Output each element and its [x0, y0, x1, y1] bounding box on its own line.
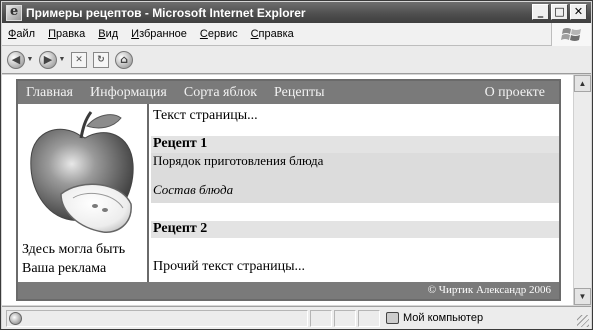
ad-line-1: Здесь могла быть — [22, 242, 126, 257]
browser-window: Примеры рецептов - Microsoft Internet Ex… — [0, 0, 593, 330]
toolbar: ◀ ▼ ▶ ▼ ✕ ↻ ⌂ — [2, 46, 591, 74]
windows-logo-icon — [551, 23, 591, 46]
scroll-down-arrow-icon[interactable]: ▼ — [574, 288, 591, 305]
nav-recipes-link[interactable]: Рецепты — [274, 85, 325, 101]
intro-text: Текст страницы... — [153, 108, 258, 123]
back-icon[interactable]: ◀ — [7, 50, 25, 69]
refresh-icon[interactable]: ↻ — [93, 51, 109, 68]
site-nav: Главная Информация Сорта яблок Рецепты О… — [18, 81, 559, 104]
web-page: Главная Информация Сорта яблок Рецепты О… — [16, 79, 561, 301]
apple-image — [21, 108, 145, 238]
menu-favorites[interactable]: Избранное — [131, 28, 187, 40]
main-content: Текст страницы... Рецепт 1 Порядок приго… — [151, 104, 559, 284]
zone-label: Мой компьютер — [403, 311, 484, 324]
close-button[interactable]: ✕ — [570, 4, 587, 20]
recipe-1-heading: Рецепт 1 — [151, 136, 559, 153]
forward-icon[interactable]: ▶ — [39, 50, 57, 69]
forward-dropdown-icon[interactable]: ▼ — [57, 56, 67, 63]
status-pane-2 — [334, 309, 356, 327]
nav-info-link[interactable]: Информация — [90, 85, 167, 101]
nav-varieties-link[interactable]: Сорта яблок — [184, 85, 257, 101]
page-viewport: Главная Информация Сорта яблок Рецепты О… — [2, 75, 573, 305]
back-dropdown-icon[interactable]: ▼ — [25, 56, 35, 63]
ad-placeholder: Здесь могла быть Ваша реклама — [22, 240, 125, 278]
status-bar: Мой компьютер — [2, 306, 591, 329]
recipe-1-ingredients: Состав блюда — [153, 182, 234, 197]
nav-home-link[interactable]: Главная — [26, 85, 73, 101]
menu-tools[interactable]: Сервис — [200, 28, 238, 40]
scroll-up-arrow-icon[interactable]: ▲ — [574, 75, 591, 92]
recipe-1-text: Порядок приготовления блюда — [153, 153, 324, 168]
ad-line-2: Ваша реклама — [22, 261, 107, 276]
window-title: Примеры рецептов - Microsoft Internet Ex… — [26, 5, 306, 20]
vertical-scrollbar[interactable]: ▲ ▼ — [573, 75, 591, 305]
nav-about-link[interactable]: О проекте — [485, 85, 545, 101]
minimize-button[interactable]: _ — [532, 4, 549, 20]
stop-icon[interactable]: ✕ — [71, 51, 87, 68]
security-zone: Мой компьютер — [386, 309, 483, 326]
menu-file[interactable]: Файл — [8, 28, 35, 40]
recipe-2-heading: Рецепт 2 — [151, 221, 559, 238]
page-body: Здесь могла быть Ваша реклама Текст стра… — [18, 104, 559, 284]
outro-text: Прочий текст страницы... — [153, 259, 305, 274]
status-pane-3 — [358, 309, 380, 327]
sidebar: Здесь могла быть Ваша реклама — [18, 104, 149, 284]
home-icon[interactable]: ⌂ — [115, 50, 133, 69]
menu-bar: Файл Правка Вид Избранное Сервис Справка — [2, 23, 591, 46]
maximize-button[interactable]: □ — [551, 4, 568, 20]
page-loaded-icon — [9, 311, 22, 325]
menu-help[interactable]: Справка — [251, 28, 294, 40]
resize-grip-icon[interactable] — [577, 315, 589, 327]
menu-edit[interactable]: Правка — [48, 28, 85, 40]
title-bar: Примеры рецептов - Microsoft Internet Ex… — [2, 2, 591, 23]
window-controls: _ □ ✕ — [532, 4, 587, 20]
menu-view[interactable]: Вид — [98, 28, 118, 40]
ie-app-icon[interactable] — [6, 4, 22, 21]
status-text-pane — [6, 309, 308, 327]
status-pane-1 — [310, 309, 332, 327]
computer-icon — [386, 311, 399, 324]
page-footer: © Чиртик Александр 2006 — [18, 282, 559, 299]
recipe-1-body: Порядок приготовления блюда Состав блюда — [151, 153, 559, 203]
